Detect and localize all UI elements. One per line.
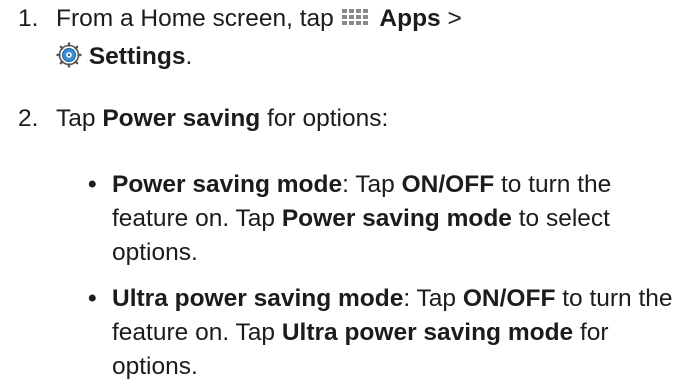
settings-gear-icon	[56, 42, 82, 78]
bullet-text: Power saving mode: Tap ON/OFF to turn th…	[112, 171, 612, 266]
step-text: Tap Power saving for options:	[56, 105, 389, 132]
power-saving-label: Power saving	[102, 105, 261, 132]
step-number: 2.	[18, 105, 39, 132]
bullet-text: Ultra power saving mode: Tap ON/OFF to t…	[112, 285, 673, 380]
bullet-dot: •	[88, 285, 97, 312]
apps-label: Apps	[379, 5, 441, 32]
apps-grid-icon	[341, 6, 373, 40]
settings-label: Settings	[88, 43, 186, 70]
step-text: From a Home screen, tap Apps > Settings.	[56, 2, 676, 78]
bullet-dot: •	[88, 171, 97, 198]
step-number: 1.	[18, 5, 39, 32]
